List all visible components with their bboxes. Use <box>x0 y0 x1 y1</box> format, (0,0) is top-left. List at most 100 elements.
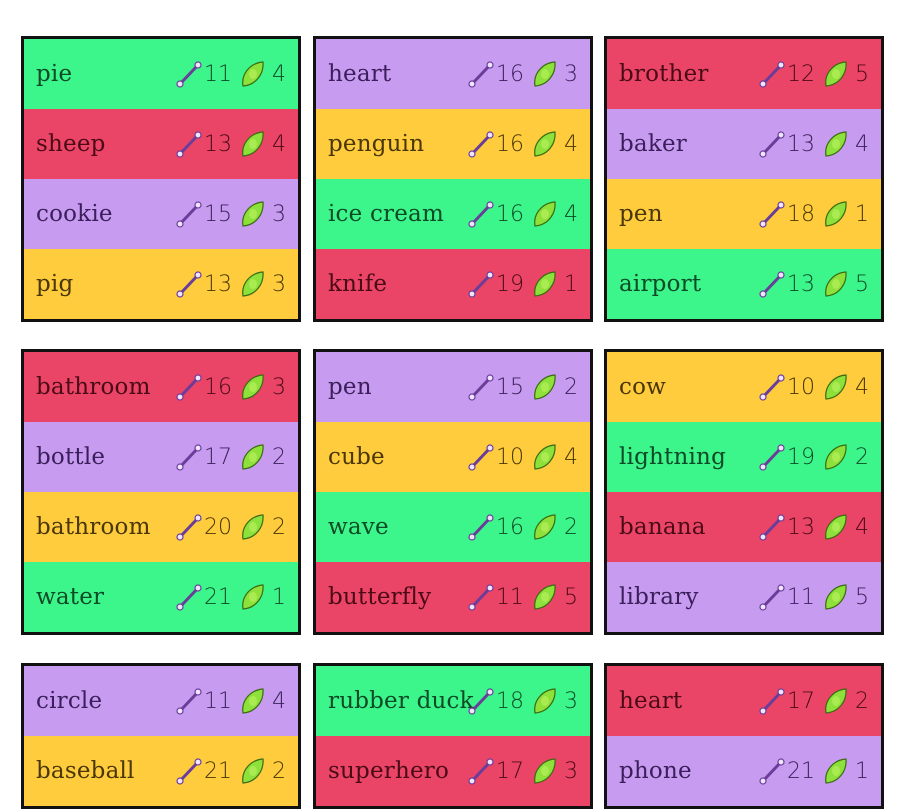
length-value: 13 <box>787 514 815 540</box>
points-value: 4 <box>855 131 869 157</box>
word-row[interactable]: ice cream 16 4 <box>316 179 590 249</box>
word-row[interactable]: cookie 15 3 <box>24 179 298 249</box>
leaf-icon <box>242 758 264 784</box>
word-row[interactable]: superhero 17 3 <box>316 736 590 806</box>
word-label: rubber duck <box>328 688 474 714</box>
length-value: 15 <box>204 201 232 227</box>
word-row[interactable]: phone 21 1 <box>607 736 881 806</box>
leaf-icon <box>825 131 847 157</box>
length-value: 11 <box>204 61 232 87</box>
word-row[interactable]: butterfly 11 5 <box>316 562 590 632</box>
word-label: superhero <box>328 758 450 784</box>
word-row[interactable]: pig 13 3 <box>24 249 298 319</box>
points-value: 4 <box>272 131 286 157</box>
word-label: bottle <box>36 444 106 470</box>
leaf-icon <box>242 584 264 610</box>
word-row[interactable]: bottle 17 2 <box>24 422 298 492</box>
length-value: 21 <box>204 584 232 610</box>
length-value: 16 <box>496 131 524 157</box>
leaf-icon <box>534 201 556 227</box>
leaf-icon <box>242 688 264 714</box>
ruler-icon <box>759 131 785 158</box>
word-card: pen 15 2 cube 10 4 wave 16 2 butterfly 1… <box>313 349 593 635</box>
word-row[interactable]: pie 11 4 <box>24 39 298 109</box>
word-row[interactable]: banana 13 4 <box>607 492 881 562</box>
points-value: 4 <box>855 514 869 540</box>
points-value: 3 <box>564 688 578 714</box>
word-row[interactable]: baker 13 4 <box>607 109 881 179</box>
length-value: 15 <box>496 374 524 400</box>
word-label: heart <box>619 688 683 714</box>
word-row[interactable]: cube 10 4 <box>316 422 590 492</box>
length-value: 18 <box>496 688 524 714</box>
word-row[interactable]: bathroom 16 3 <box>24 352 298 422</box>
word-row[interactable]: cow 10 4 <box>607 352 881 422</box>
leaf-icon <box>825 201 847 227</box>
ruler-icon <box>176 514 202 541</box>
word-row[interactable]: pen 15 2 <box>316 352 590 422</box>
word-label: baseball <box>36 758 135 784</box>
points-value: 1 <box>855 758 869 784</box>
length-value: 21 <box>787 758 815 784</box>
word-label: baker <box>619 131 687 157</box>
leaf-icon <box>242 61 264 87</box>
word-label: library <box>619 584 699 610</box>
ruler-icon <box>176 201 202 228</box>
ruler-icon <box>759 61 785 88</box>
length-value: 13 <box>787 271 815 297</box>
length-value: 20 <box>204 514 232 540</box>
word-row[interactable]: penguin 16 4 <box>316 109 590 179</box>
word-row[interactable]: knife 19 1 <box>316 249 590 319</box>
leaf-icon <box>242 201 264 227</box>
word-row[interactable]: library 11 5 <box>607 562 881 632</box>
length-value: 19 <box>496 271 524 297</box>
length-value: 10 <box>787 374 815 400</box>
word-row[interactable]: bathroom 20 2 <box>24 492 298 562</box>
ruler-icon <box>759 444 785 471</box>
word-card: circle 11 4 baseball 21 2 <box>21 663 301 809</box>
length-value: 16 <box>496 201 524 227</box>
leaf-icon <box>534 758 556 784</box>
word-row[interactable]: pen 18 1 <box>607 179 881 249</box>
leaf-icon <box>534 444 556 470</box>
points-value: 4 <box>272 688 286 714</box>
word-row[interactable]: baseball 21 2 <box>24 736 298 806</box>
ruler-icon <box>468 201 494 228</box>
word-row[interactable]: lightning 19 2 <box>607 422 881 492</box>
leaf-icon <box>534 584 556 610</box>
leaf-icon <box>242 131 264 157</box>
leaf-icon <box>242 444 264 470</box>
word-label: banana <box>619 514 706 540</box>
ruler-icon <box>759 201 785 228</box>
points-value: 2 <box>564 514 578 540</box>
word-row[interactable]: circle 11 4 <box>24 666 298 736</box>
points-value: 3 <box>272 201 286 227</box>
word-row[interactable]: sheep 13 4 <box>24 109 298 179</box>
ruler-icon <box>176 584 202 611</box>
word-card: brother 12 5 baker 13 4 pen 18 1 airport… <box>604 36 884 322</box>
points-value: 4 <box>564 444 578 470</box>
word-label: heart <box>328 61 392 87</box>
word-row[interactable]: airport 13 5 <box>607 249 881 319</box>
word-row[interactable]: heart 16 3 <box>316 39 590 109</box>
word-label: phone <box>619 758 692 784</box>
points-value: 4 <box>564 131 578 157</box>
word-label: lightning <box>619 444 726 470</box>
word-row[interactable]: heart 17 2 <box>607 666 881 736</box>
word-label: sheep <box>36 131 106 157</box>
word-row[interactable]: brother 12 5 <box>607 39 881 109</box>
leaf-icon <box>534 131 556 157</box>
word-row[interactable]: rubber duck 18 3 <box>316 666 590 736</box>
word-row[interactable]: wave 16 2 <box>316 492 590 562</box>
length-value: 16 <box>496 61 524 87</box>
leaf-icon <box>242 514 264 540</box>
ruler-icon <box>468 131 494 158</box>
points-value: 4 <box>272 61 286 87</box>
word-card: pie 11 4 sheep 13 4 cookie 15 3 pig 13 3 <box>21 36 301 322</box>
ruler-icon <box>176 758 202 785</box>
length-value: 11 <box>204 688 232 714</box>
length-value: 16 <box>204 374 232 400</box>
points-value: 1 <box>855 201 869 227</box>
word-row[interactable]: water 21 1 <box>24 562 298 632</box>
length-value: 13 <box>204 131 232 157</box>
